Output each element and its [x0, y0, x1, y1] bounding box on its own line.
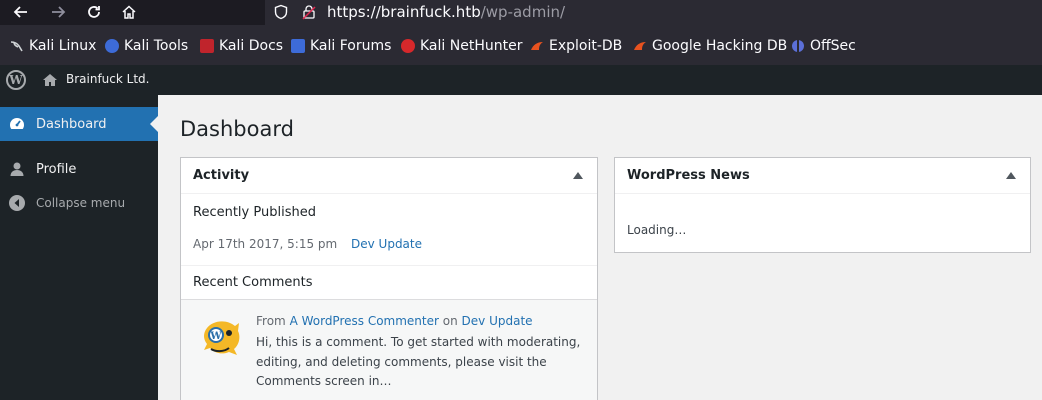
offsec-icon	[791, 39, 805, 53]
reload-icon[interactable]	[83, 2, 105, 22]
dashboard-icon	[8, 115, 26, 133]
post-date: Apr 17th 2017, 5:15 pm	[193, 237, 338, 251]
recently-published-heading: Recently Published	[193, 205, 316, 220]
comment-author-link[interactable]: A WordPress Commenter	[290, 314, 439, 328]
comment-item: W From A WordPress Commenter on Dev Upda…	[181, 300, 597, 400]
wordpress-news-widget: WordPress News Loading…	[614, 157, 1031, 253]
bookmark-label: Kali NetHunter	[420, 38, 523, 54]
comment-meta: From A WordPress Commenter on Dev Update	[256, 314, 533, 328]
page-title: Dashboard	[180, 117, 294, 141]
back-arrow-icon[interactable]	[10, 2, 32, 22]
news-heading: WordPress News	[627, 168, 750, 183]
bookmark-label: OffSec	[810, 38, 856, 54]
kali-tools-icon	[105, 39, 119, 53]
bookmark-label: Kali Tools	[124, 38, 189, 54]
bookmark-kali-docs[interactable]: Kali Docs	[200, 37, 283, 55]
sidebar-item-label: Collapse menu	[36, 196, 126, 210]
comment-excerpt: Hi, this is a comment. To get started wi…	[256, 335, 581, 388]
bookmark-label: Kali Linux	[29, 38, 97, 54]
recent-comments-heading: Recent Comments	[193, 275, 313, 290]
forward-arrow-icon[interactable]	[47, 2, 69, 22]
news-widget-header[interactable]: WordPress News	[615, 158, 1030, 194]
comment-on-label: on	[442, 314, 458, 328]
post-title-link[interactable]: Dev Update	[351, 237, 422, 251]
sidebar-item-profile[interactable]: Profile	[0, 152, 158, 186]
wordpress-logo-icon[interactable]: W	[6, 70, 26, 90]
admin-sidebar: Dashboard Profile Collapse menu	[0, 95, 158, 400]
nethunter-icon	[401, 39, 415, 53]
bookmark-label: Kali Forums	[310, 38, 392, 54]
sidebar-item-label: Dashboard	[36, 116, 107, 132]
bookmark-kali-forums[interactable]: Kali Forums	[291, 37, 391, 55]
collapse-menu-button[interactable]: Collapse menu	[0, 186, 158, 220]
wp-admin-bar: W Brainfuck Ltd.	[0, 65, 1042, 95]
bookmark-offsec[interactable]: OffSec	[791, 37, 856, 55]
tracking-shield-icon[interactable]	[273, 4, 289, 20]
site-name-link[interactable]: Brainfuck Ltd.	[66, 72, 149, 86]
activity-widget: Activity Recently Published Apr 17th 201…	[180, 157, 598, 400]
bookmark-label: Kali Docs	[219, 38, 284, 54]
browser-toolbar: https://brainfuck.htb/wp-admin/	[0, 0, 1042, 25]
avatar: W	[199, 316, 243, 360]
comment-post-link[interactable]: Dev Update	[462, 314, 533, 328]
kali-docs-icon	[200, 39, 214, 53]
bookmarks-bar: Kali Linux Kali Tools Kali Docs Kali For…	[0, 25, 1042, 65]
user-icon	[8, 160, 26, 178]
lock-warning-icon[interactable]	[301, 4, 317, 20]
kali-dragon-icon	[10, 39, 24, 53]
site-home-icon[interactable]	[42, 72, 58, 88]
exploitdb-icon	[530, 39, 544, 53]
bookmark-label: Exploit-DB	[549, 38, 623, 54]
collapse-toggle-icon[interactable]	[573, 172, 583, 179]
url-text[interactable]: https://brainfuck.htb/wp-admin/	[327, 3, 565, 21]
bookmark-google-hacking-db[interactable]: Google Hacking DB	[633, 37, 787, 55]
collapse-icon	[8, 194, 26, 212]
url-path: /wp-admin/	[480, 3, 566, 21]
kali-forums-icon	[291, 39, 305, 53]
bookmark-kali-nethunter[interactable]: Kali NetHunter	[401, 37, 522, 55]
divider	[181, 265, 597, 266]
sidebar-item-label: Profile	[36, 161, 77, 177]
bookmark-kali-tools[interactable]: Kali Tools	[105, 37, 188, 55]
bookmark-kali-linux[interactable]: Kali Linux	[10, 37, 96, 55]
url-bar[interactable]: https://brainfuck.htb/wp-admin/	[265, 0, 1042, 25]
ghdb-icon	[633, 39, 647, 53]
comment-from-label: From	[256, 314, 286, 328]
sidebar-item-dashboard[interactable]: Dashboard	[0, 107, 158, 141]
activity-widget-header[interactable]: Activity	[181, 158, 597, 194]
url-host: https://brainfuck.htb	[327, 3, 481, 21]
bookmark-label: Google Hacking DB	[652, 38, 788, 54]
bookmark-exploit-db[interactable]: Exploit-DB	[530, 37, 622, 55]
activity-heading: Activity	[193, 168, 250, 183]
svg-text:W: W	[209, 331, 222, 342]
home-icon[interactable]	[118, 2, 140, 22]
collapse-toggle-icon[interactable]	[1006, 172, 1016, 179]
news-loading-text: Loading…	[627, 223, 687, 237]
